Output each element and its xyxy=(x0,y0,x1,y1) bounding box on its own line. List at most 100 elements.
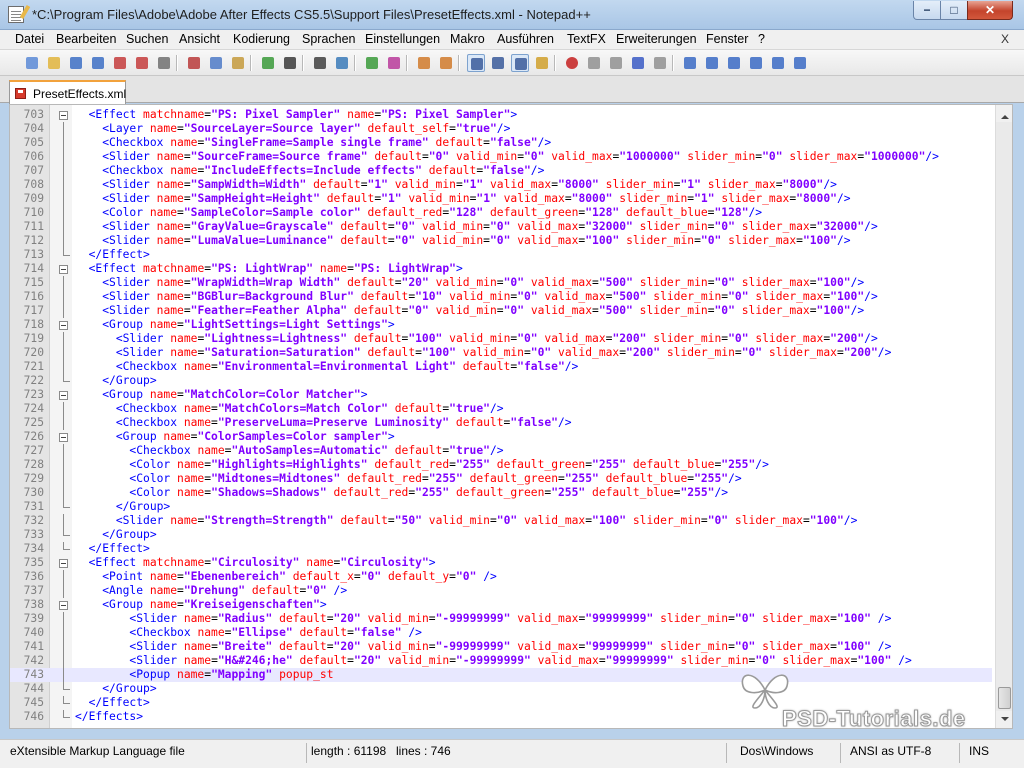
move-up-icon[interactable] xyxy=(703,54,721,72)
menu-einstellungen[interactable]: Einstellungen xyxy=(365,32,440,46)
code-line[interactable]: 733 </Group> xyxy=(10,528,992,542)
menu-erweiterungen[interactable]: Erweiterungen xyxy=(616,32,697,46)
cut-icon[interactable] xyxy=(185,54,203,72)
fold-collapse-icon[interactable] xyxy=(59,601,68,610)
code-line[interactable]: 706 <Slider name="SourceFrame=Source fra… xyxy=(10,150,992,164)
zoom-in-icon[interactable] xyxy=(363,54,381,72)
fold-collapse-icon[interactable] xyxy=(59,559,68,568)
close-all-icon[interactable] xyxy=(133,54,151,72)
code-line[interactable]: 726 <Group name="ColorSamples=Color samp… xyxy=(10,430,992,444)
code-line[interactable]: 704 <Layer name="SourceLayer=Source laye… xyxy=(10,122,992,136)
print-icon[interactable] xyxy=(155,54,173,72)
menu-makro[interactable]: Makro xyxy=(450,32,485,46)
code-line[interactable]: 711 <Slider name="GrayValue=Grayscale" d… xyxy=(10,220,992,234)
code-line[interactable]: 727 <Checkbox name="AutoSamples=Automati… xyxy=(10,444,992,458)
code-line[interactable]: 740 <Checkbox name="Ellipse" default="fa… xyxy=(10,626,992,640)
code-line[interactable]: 737 <Angle name="Drehung" default="0" /> xyxy=(10,584,992,598)
sync-horizontal-icon[interactable] xyxy=(437,54,455,72)
code-line[interactable]: 729 <Color name = "Midtones=Midtones" defa… xyxy=(10,472,992,486)
menu-suchen[interactable]: Suchen xyxy=(126,32,168,46)
user-language-icon[interactable] xyxy=(533,54,551,72)
code-editor[interactable]: 703 <Effect matchname="PS: Pixel Sampler… xyxy=(9,104,1013,729)
abc-spell-icon[interactable] xyxy=(791,54,809,72)
save-icon[interactable] xyxy=(67,54,85,72)
code-line[interactable]: 713 </Effect> xyxy=(10,248,992,262)
code-line[interactable]: 725 <Checkbox name="PreserveLuma=Preserv… xyxy=(10,416,992,430)
trim-icon[interactable] xyxy=(681,54,699,72)
code-line[interactable]: 710 <Color name="SampleColor=Sample colo… xyxy=(10,206,992,220)
paste-icon[interactable] xyxy=(229,54,247,72)
menu-fenster[interactable]: Fenster xyxy=(706,32,748,46)
tab-presets-xml[interactable]: PresetEffects.xml xyxy=(9,80,126,104)
minimize-button[interactable]: − xyxy=(913,1,941,20)
record-macro-icon[interactable] xyxy=(563,54,581,72)
menu-sprachen[interactable]: Sprachen xyxy=(302,32,356,46)
indent-guide-icon[interactable] xyxy=(511,54,529,72)
code-line[interactable]: 712 <Slider name="LumaValue=Luminance" d… xyxy=(10,234,992,248)
code-line[interactable]: 744 </Group> xyxy=(10,682,992,696)
close-file-icon[interactable] xyxy=(111,54,129,72)
word-wrap-icon[interactable] xyxy=(467,54,485,72)
stop-macro-icon[interactable] xyxy=(585,54,603,72)
fold-collapse-icon[interactable] xyxy=(59,321,68,330)
maximize-button[interactable]: □ xyxy=(940,1,968,20)
menu-textfx[interactable]: TextFX xyxy=(567,32,606,46)
play-macro-icon[interactable] xyxy=(607,54,625,72)
code-line[interactable]: 705 <Checkbox name = "SingleFrame=Sample s… xyxy=(10,136,992,150)
menu-ausfuehren[interactable]: Ausführen xyxy=(497,32,554,46)
code-line[interactable]: 722 </Group> xyxy=(10,374,992,388)
scroll-up-arrow-icon[interactable] xyxy=(996,105,1012,122)
fold-collapse-icon[interactable] xyxy=(59,391,68,400)
menu-help[interactable]: ? xyxy=(758,32,765,46)
code-line[interactable]: 738 <Group name="Kreiseigenschaften"> xyxy=(10,598,992,612)
code-line[interactable]: 734 </Effect> xyxy=(10,542,992,556)
code-line[interactable]: 730 <Color name="Shadows=Shadows" defaul… xyxy=(10,486,992,500)
find-icon[interactable] xyxy=(311,54,329,72)
code-line[interactable]: 716 <Slider name="BGBlur=Background Blur… xyxy=(10,290,992,304)
zoom-out-icon[interactable] xyxy=(385,54,403,72)
code-line[interactable]: 718 <Group name="LightSettings=Light Set… xyxy=(10,318,992,332)
open-file-icon[interactable] xyxy=(45,54,63,72)
code-line[interactable]: 717 <Slider name="Feather=Feather Alpha"… xyxy=(10,304,992,318)
code-line[interactable]: 732 <Slider name = "Strength=Strength" def… xyxy=(10,514,992,528)
fold-collapse-icon[interactable] xyxy=(59,433,68,442)
menu-kodierung[interactable]: Kodierung xyxy=(233,32,290,46)
code-line[interactable]: 728 <Color name = "Highlights=Highlights" … xyxy=(10,458,992,472)
save-all-icon[interactable] xyxy=(89,54,107,72)
move-down-icon[interactable] xyxy=(725,54,743,72)
sort-icon[interactable] xyxy=(747,54,765,72)
spell-check-icon[interactable] xyxy=(769,54,787,72)
menu-datei[interactable]: Datei xyxy=(15,32,44,46)
scroll-down-arrow-icon[interactable] xyxy=(996,711,1012,728)
code-line[interactable]: 736 <Point name="Ebenenbereich" default_… xyxy=(10,570,992,584)
code-line[interactable]: 721 <Checkbox name="Environmental=Enviro… xyxy=(10,360,992,374)
code-line[interactable]: 724 <Checkbox name="MatchColors=Match Co… xyxy=(10,402,992,416)
fold-collapse-icon[interactable] xyxy=(59,265,68,274)
code-line[interactable]: 708 <Slider name="SampWidth=Width" defau… xyxy=(10,178,992,192)
undo-icon[interactable] xyxy=(259,54,277,72)
menu-bearbeiten[interactable]: Bearbeiten xyxy=(56,32,116,46)
code-line[interactable]: 739 <Slider name="Radius" default="20" v… xyxy=(10,612,992,626)
redo-icon[interactable] xyxy=(281,54,299,72)
code-line[interactable]: 723 <Group name="MatchColor=Color Matche… xyxy=(10,388,992,402)
code-line[interactable]: 731 </Group> xyxy=(10,500,992,514)
vertical-scrollbar[interactable] xyxy=(995,105,1012,728)
code-line[interactable]: 707 <Checkbox name="IncludeEffects=Inclu… xyxy=(10,164,992,178)
menu-ansicht[interactable]: Ansicht xyxy=(179,32,220,46)
code-line[interactable]: 714 <Effect matchname="PS: LightWrap" na… xyxy=(10,262,992,276)
code-line[interactable]: 719 <Slider name="Lightness=Lightness" d… xyxy=(10,332,992,346)
sync-vertical-icon[interactable] xyxy=(415,54,433,72)
save-macro-icon[interactable] xyxy=(651,54,669,72)
code-line[interactable]: 742 <Slider name="H&#246;he" default="20… xyxy=(10,654,992,668)
code-line[interactable]: 709 <Slider name="SampHeight=Height" def… xyxy=(10,192,992,206)
code-line[interactable]: 703 <Effect matchname="PS: Pixel Sampler… xyxy=(10,108,992,122)
code-line[interactable]: 720 <Slider name = "Saturation=Saturation"… xyxy=(10,346,992,360)
copy-icon[interactable] xyxy=(207,54,225,72)
run-macro-multiple-icon[interactable] xyxy=(629,54,647,72)
fold-collapse-icon[interactable] xyxy=(59,111,68,120)
scrollbar-thumb[interactable] xyxy=(998,687,1011,709)
replace-icon[interactable] xyxy=(333,54,351,72)
new-file-icon[interactable] xyxy=(23,54,41,72)
code-line[interactable]: 741 <Slider name="Breite" default="20" v… xyxy=(10,640,992,654)
title-bar[interactable]: *C:\Program Files\Adobe\Adobe After Effe… xyxy=(0,0,1024,30)
